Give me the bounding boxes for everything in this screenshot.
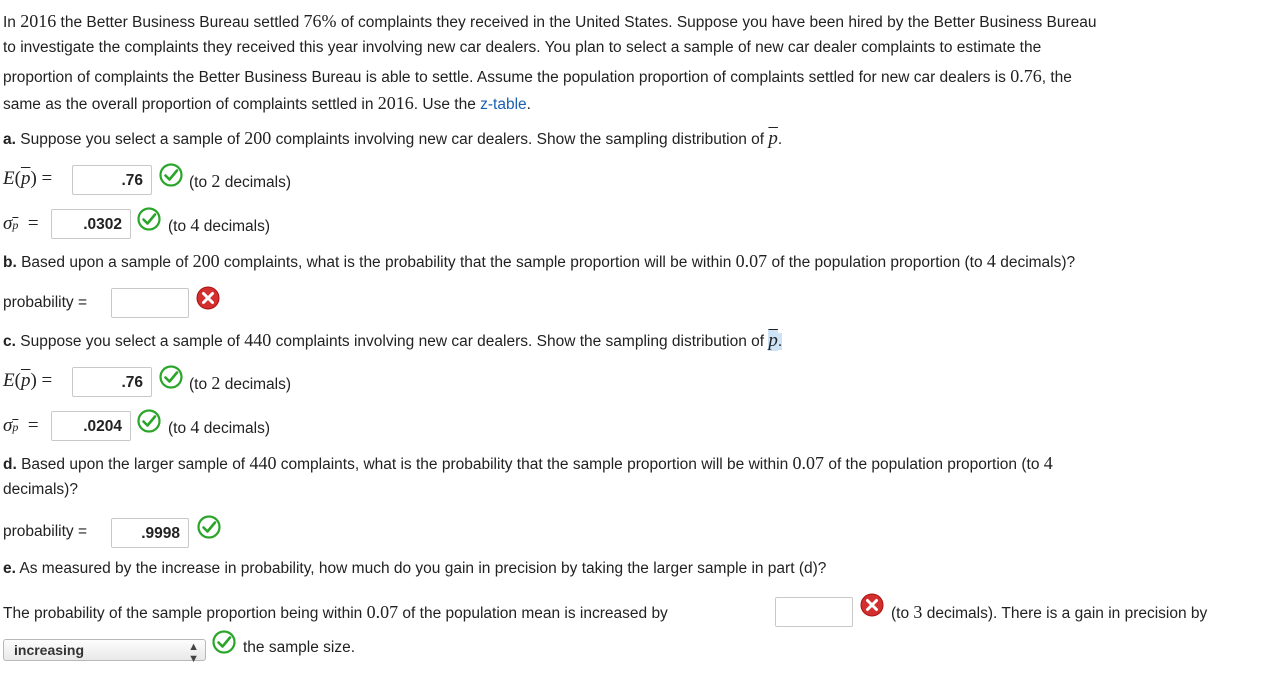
intro-text: In	[3, 14, 21, 31]
question-text: of the population proportion (to	[767, 254, 987, 271]
pbar-symbol: p	[768, 128, 778, 149]
decimals-value: 4	[986, 251, 996, 271]
within-value: 0.07	[735, 251, 768, 271]
question-b: b. Based upon a sample of 200 complaints…	[3, 251, 1075, 272]
question-text: of the population proportion (to	[824, 456, 1044, 473]
probability-label-d: probability =	[3, 523, 88, 540]
proportion-value: 0.76	[1010, 66, 1042, 86]
intro-line-1: In 2016 the Better Business Bureau settl…	[3, 11, 1096, 32]
intro-line-4: same as the overall proportion of compla…	[3, 93, 531, 114]
intro-text: proportion of complaints the Better Busi…	[3, 69, 1011, 86]
decimals-value: 4	[1043, 453, 1053, 473]
sigma-label-c: σp =	[3, 415, 39, 436]
correct-check-icon	[159, 163, 183, 187]
part-label: c.	[3, 333, 16, 350]
decimals-hint: (to 2 decimals)	[189, 373, 292, 393]
sample-size-tail: the sample size.	[243, 639, 355, 656]
correct-check-icon	[137, 207, 161, 231]
year-value: 2016	[377, 93, 414, 113]
correct-check-icon	[197, 515, 221, 539]
intro-text: .	[526, 96, 531, 113]
question-text: As measured by the increase in probabili…	[15, 560, 827, 577]
question-text: Based upon the larger sample of	[16, 456, 250, 473]
sample-size: 440	[244, 330, 272, 350]
sample-size: 200	[192, 251, 220, 271]
intro-text: to investigate the complaints they recei…	[3, 39, 1042, 56]
question-d-continued: decimals)?	[3, 481, 78, 498]
increase-input-e[interactable]	[775, 597, 853, 627]
std-error-input-a[interactable]: .0302	[51, 209, 131, 239]
correct-check-icon	[159, 365, 183, 389]
dropdown-arrows-icon: ▲ ▼	[188, 641, 199, 665]
precision-dropdown[interactable]: increasing ▲ ▼	[3, 639, 206, 665]
incorrect-x-icon	[196, 286, 220, 310]
question-text: .	[777, 131, 783, 148]
sentence-text: of the population mean is increased by	[398, 605, 668, 622]
z-table-link[interactable]: z-table	[480, 96, 527, 113]
probability-label-b: probability =	[3, 294, 88, 311]
answer-sentence-e: The probability of the sample proportion…	[3, 602, 668, 623]
question-text: Suppose you select a sample of	[15, 131, 245, 148]
part-label: b.	[3, 254, 17, 271]
intro-text: of complaints they received in the Unite…	[336, 14, 1097, 31]
part-label: a.	[3, 131, 16, 148]
probability-input-b[interactable]	[111, 288, 189, 318]
dropdown-selected-value: increasing	[14, 642, 85, 658]
intro-text: , the	[1041, 69, 1072, 86]
question-c: c. Suppose you select a sample of 440 co…	[3, 330, 783, 352]
expected-value-input-c[interactable]: .76	[72, 367, 152, 397]
expected-value-input-a[interactable]: .76	[72, 165, 152, 195]
decimals-hint: (to 2 decimals)	[189, 171, 292, 191]
correct-check-icon	[137, 409, 161, 433]
question-text: decimals)?	[995, 254, 1076, 271]
question-a: a. Suppose you select a sample of 200 co…	[3, 128, 782, 150]
within-value: 0.07	[792, 453, 825, 473]
pbar-symbol: p	[768, 330, 778, 351]
expected-value-label-c: E(p) =	[3, 370, 53, 391]
part-label: e.	[3, 560, 16, 577]
sentence-text: The probability of the sample proportion…	[3, 605, 367, 622]
percent-value: 76%	[303, 11, 337, 31]
std-error-input-c[interactable]: .0204	[51, 411, 131, 441]
incorrect-x-icon	[860, 593, 884, 617]
intro-line-3: proportion of complaints the Better Busi…	[3, 66, 1072, 87]
sample-size: 440	[249, 453, 277, 473]
question-text: .	[777, 333, 783, 350]
decimals-hint: (to 4 decimals)	[168, 215, 271, 235]
intro-text: . Use the	[413, 96, 481, 113]
question-e: e. As measured by the increase in probab…	[3, 560, 826, 578]
probability-input-d[interactable]: .9998	[111, 518, 189, 548]
correct-check-icon	[212, 630, 236, 654]
intro-text: same as the overall proportion of compla…	[3, 96, 378, 113]
question-text: Based upon a sample of	[16, 254, 193, 271]
question-text: complaints involving new car dealers. Sh…	[271, 333, 769, 350]
decimals-hint-e: (to 3 decimals). There is a gain in prec…	[891, 602, 1208, 622]
question-text: complaints, what is the probability that…	[276, 456, 793, 473]
intro-text: the Better Business Bureau settled	[56, 14, 304, 31]
within-value: 0.07	[366, 602, 399, 622]
intro-line-2: to investigate the complaints they recei…	[3, 39, 1041, 57]
sample-size: 200	[244, 128, 272, 148]
part-label: d.	[3, 456, 17, 473]
question-text: complaints, what is the probability that…	[219, 254, 736, 271]
decimals-hint: (to 4 decimals)	[168, 417, 271, 437]
question-text: Suppose you select a sample of	[15, 333, 245, 350]
year-value: 2016	[20, 11, 57, 31]
question-text: complaints involving new car dealers. Sh…	[271, 131, 769, 148]
question-d: d. Based upon the larger sample of 440 c…	[3, 453, 1053, 474]
expected-value-label-a: E(p) =	[3, 168, 53, 189]
sigma-label-a: σp =	[3, 213, 39, 234]
